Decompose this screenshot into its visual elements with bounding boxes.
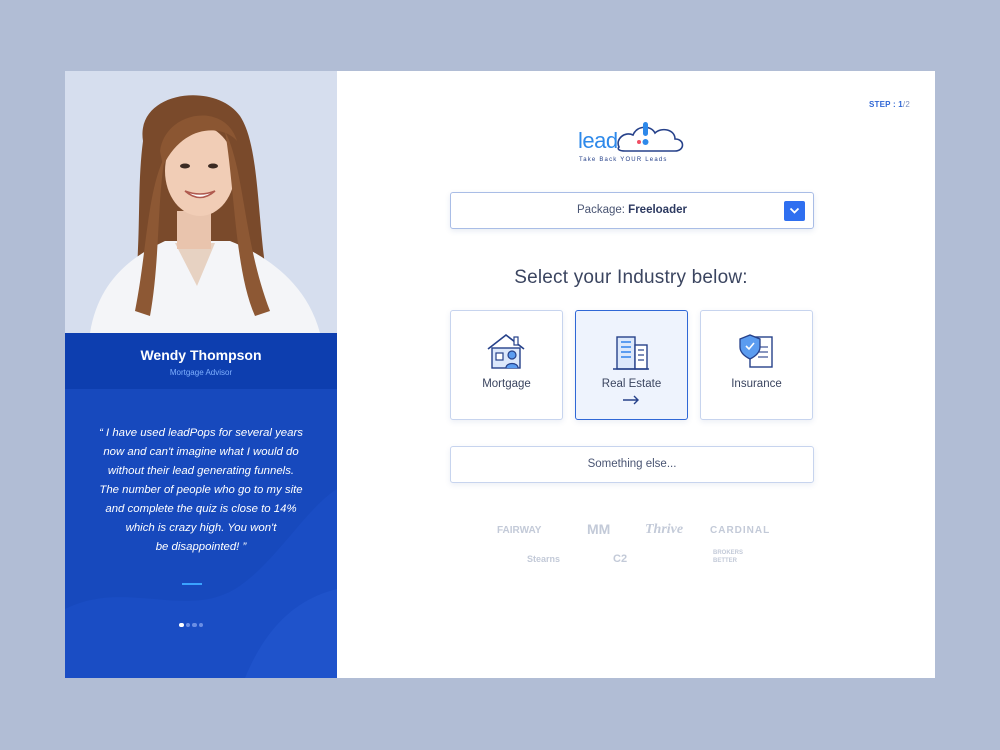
chevron-down-icon [789,207,800,214]
quote-line: “ I have used leadPops for several years [99,427,303,439]
quote-line: The number of people who go to my site [99,484,303,496]
onboarding-window: Wendy Thompson Mortgage Advisor “ I have… [65,71,935,678]
partner-logo-brokers-better: BROKERS BETTER [713,550,744,564]
partner-logo-stearns: Stearns [527,554,561,564]
package-prefix: Package: [577,204,629,216]
quote-line: and complete the quiz is close to 14% [105,503,297,515]
package-dropdown-button[interactable] [784,201,805,221]
testimonial-namebar: Wendy Thompson Mortgage Advisor [65,333,337,389]
testimonial-photo [65,71,337,333]
building-icon [613,336,649,370]
testimonial-role: Mortgage Advisor [169,368,233,377]
arrow-right-icon [623,395,639,405]
logo-tagline: Take Back YOUR Leads [579,157,668,163]
something-else-label: Something else... [587,458,677,470]
something-else-button[interactable]: Something else... [450,446,814,483]
leadpops-logo: lead Take Back YOUR Leads [575,121,690,169]
shield-document-icon [739,334,773,368]
partner-logo-thrive: Thrive [645,522,684,537]
partner-logo-c2: C2 [613,553,628,565]
quote-line: be disappointed! ” [155,541,247,553]
quote-divider [182,583,202,585]
testimonial-panel: Wendy Thompson Mortgage Advisor “ I have… [65,71,337,678]
step-total: /2 [902,100,910,109]
industry-label: Insurance [731,378,782,390]
industry-card-real-estate[interactable]: Real Estate [575,310,688,420]
logo-text: lead [578,128,618,153]
carousel-dot-1[interactable] [179,622,184,627]
package-value: Freeloader [628,204,687,216]
package-select[interactable]: Package: Freeloader [450,192,814,229]
carousel-dots [179,614,205,627]
industry-label: Mortgage [482,378,531,390]
testimonial-quote: “ I have used leadPops for several years… [83,424,319,557]
package-label: Package: Freeloader [451,204,813,216]
quote-line: which is crazy high. You won't [125,522,277,534]
industry-card-mortgage[interactable]: Mortgage [450,310,563,420]
step-indicator: STEP : 1/2 [869,100,910,109]
logo-cloud-icon [617,122,684,152]
partner-logo-mm: MM [587,521,611,537]
carousel-dot-4[interactable] [198,622,203,627]
testimonial-name: Wendy Thompson [140,347,262,363]
quote-line: now and can't imagine what I would do [103,446,299,458]
house-icon [487,333,525,369]
quote-line: without their lead generating funnels. [107,465,295,477]
step-label: STEP : [869,100,899,109]
partner-logo-fairway: FAIRWAY [497,525,542,536]
page-heading: Select your Industry below: [514,267,748,288]
carousel-dot-2[interactable] [185,622,190,627]
industry-card-insurance[interactable]: Insurance [700,310,813,420]
carousel-dot-3[interactable] [192,622,197,627]
partner-logo-cardinal: CARDINAL [710,525,771,536]
industry-label: Real Estate [601,378,662,390]
